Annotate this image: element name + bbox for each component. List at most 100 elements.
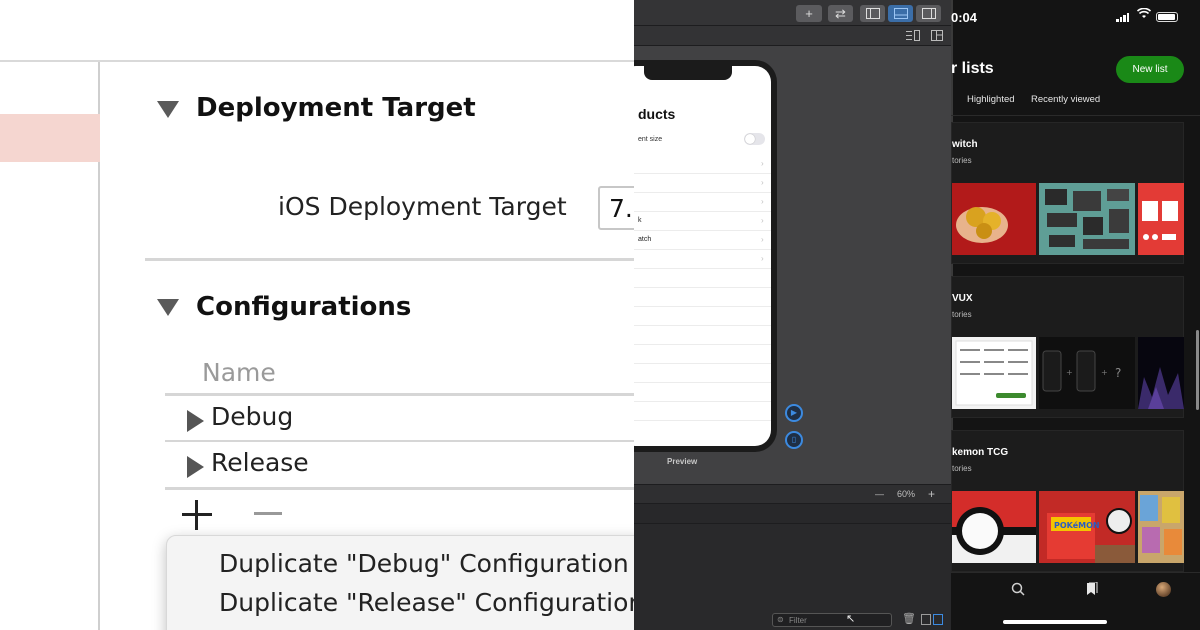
code-review-button[interactable]: ⇄ <box>828 5 853 22</box>
story-thumbnail-image <box>952 337 1036 409</box>
preview-nav-title: ducts <box>638 106 676 122</box>
filter-placeholder: Filter <box>789 616 807 625</box>
svg-text:+: + <box>1101 368 1108 377</box>
empty-row <box>634 288 771 307</box>
list-item[interactable]: › <box>634 155 771 174</box>
remove-configuration-button[interactable] <box>254 512 282 515</box>
variables-pane-icon[interactable] <box>921 614 931 625</box>
list-story-count: tories <box>952 464 972 473</box>
trash-icon[interactable]: 🗑 <box>902 612 916 625</box>
list-card[interactable]: witch tories <box>951 122 1184 264</box>
zoom-level[interactable]: 60% <box>897 489 915 499</box>
list-item-label: atch <box>638 236 652 243</box>
list-card[interactable]: VUX tories + +? <box>951 276 1184 418</box>
xcode-project-settings: Deployment Target iOS Deployment Target … <box>0 0 634 630</box>
story-thumbnail-image <box>952 183 1036 255</box>
empty-row <box>634 307 771 326</box>
bookmarks-icon[interactable] <box>1084 581 1098 599</box>
inspector-toggle-icon[interactable] <box>916 5 941 22</box>
chevron-right-icon: › <box>761 159 764 168</box>
add-configuration-menu: Duplicate "Debug" Configuration Duplicat… <box>166 535 634 630</box>
split-editor-icon[interactable] <box>931 30 943 41</box>
svg-text:POKéMON: POKéMON <box>1054 520 1100 530</box>
story-thumbnail-image <box>952 491 1036 563</box>
preview-label: Preview <box>667 457 698 466</box>
divider <box>145 258 634 261</box>
live-preview-play-icon[interactable]: ▶ <box>785 404 803 422</box>
debug-area-toggle-icon[interactable] <box>888 5 913 22</box>
chevron-right-icon: › <box>761 197 764 206</box>
disclosure-triangle-icon[interactable] <box>157 101 179 118</box>
medium-lists-screen: 0:04 r lists New list Highlighted Recent… <box>951 0 1200 630</box>
debug-bar <box>634 504 951 524</box>
list-name: witch <box>952 139 978 150</box>
console-pane-icon[interactable] <box>933 614 943 625</box>
empty-row <box>634 345 771 364</box>
filter-icon: ⊜ <box>777 615 784 624</box>
empty-row <box>634 326 771 345</box>
zoom-out-button[interactable]: — <box>875 489 884 499</box>
cellular-signal-icon <box>1116 12 1130 22</box>
preview-setting-label: ent size <box>638 136 663 143</box>
scrollbar[interactable] <box>1196 330 1199 410</box>
story-thumbnail-image <box>1138 491 1184 563</box>
ios-deployment-target-field[interactable]: 7. <box>598 186 634 230</box>
section-title-configurations: Configurations <box>196 292 412 322</box>
xcode-preview-pane: + ⇄ ducts ent size › › › k › atch › › ▶ … <box>634 0 951 630</box>
list-item[interactable]: › <box>634 250 771 269</box>
menu-item-duplicate-debug[interactable]: Duplicate "Debug" Configuration <box>219 549 629 578</box>
section-title-deployment: Deployment Target <box>196 93 476 123</box>
empty-row <box>634 402 771 421</box>
list-card[interactable]: kemon TCG tories POKéMON <box>951 430 1184 572</box>
device-screen[interactable]: ducts ent size › › › k › atch › › <box>634 66 771 446</box>
wifi-icon <box>1136 7 1152 22</box>
new-list-button[interactable]: New list <box>1116 56 1184 83</box>
editor-jump-bar <box>634 26 951 46</box>
disclosure-triangle-icon[interactable] <box>157 299 179 316</box>
mouse-cursor-icon: ↖ <box>846 613 856 625</box>
list-item[interactable]: atch › <box>634 231 771 250</box>
tabs-divider <box>951 115 1200 116</box>
configuration-row-release[interactable]: Release <box>165 442 634 488</box>
search-icon[interactable] <box>1011 582 1025 599</box>
settings-header <box>0 0 634 62</box>
expand-triangle-icon[interactable] <box>187 456 204 478</box>
chevron-right-icon: › <box>761 254 764 263</box>
xcode-toolbar: + ⇄ <box>634 0 951 26</box>
library-add-button[interactable]: + <box>796 5 822 22</box>
tab-highlighted[interactable]: Highlighted <box>967 94 1015 105</box>
story-thumbnail-image: POKéMON <box>1039 491 1135 563</box>
list-item[interactable]: k › <box>634 212 771 231</box>
chevron-right-icon: › <box>761 235 764 244</box>
device-notch <box>644 66 732 80</box>
expand-triangle-icon[interactable] <box>187 410 204 432</box>
device-preview: ducts ent size › › › k › atch › › <box>634 60 777 452</box>
navigator-toggle-icon[interactable] <box>860 5 885 22</box>
console-filter-field[interactable]: ⊜ Filter <box>772 613 892 627</box>
story-thumbnail-image <box>1039 183 1135 255</box>
story-thumbnail-image <box>1138 183 1184 255</box>
svg-text:?: ? <box>1115 366 1121 380</box>
menu-item-duplicate-release[interactable]: Duplicate "Release" Configuration <box>219 588 634 617</box>
list-name: kemon TCG <box>952 447 1009 458</box>
list-item[interactable]: › <box>634 174 771 193</box>
story-thumbnail-image <box>1138 337 1184 409</box>
preview-on-device-icon[interactable]: ▯ <box>785 431 803 449</box>
add-configuration-button[interactable] <box>182 500 212 530</box>
configuration-name: Release <box>211 448 309 477</box>
canvas-zoom-bar: — 60% + <box>634 484 951 504</box>
tab-recently-viewed[interactable]: Recently viewed <box>1031 94 1100 105</box>
page-title: r lists <box>951 60 994 77</box>
preview-toggle[interactable] <box>744 133 765 145</box>
zoom-in-button[interactable]: + <box>928 487 935 501</box>
home-indicator <box>1003 620 1107 624</box>
list-item[interactable]: › <box>634 193 771 212</box>
empty-row <box>634 364 771 383</box>
console-pane-toggle[interactable] <box>921 614 945 626</box>
sidebar-selected-item[interactable] <box>0 114 100 162</box>
avatar[interactable] <box>1156 582 1171 597</box>
configuration-row-debug[interactable]: Debug <box>165 396 634 442</box>
editor-options-icon[interactable] <box>906 30 920 41</box>
chevron-right-icon: › <box>761 216 764 225</box>
list-story-count: tories <box>952 310 972 319</box>
